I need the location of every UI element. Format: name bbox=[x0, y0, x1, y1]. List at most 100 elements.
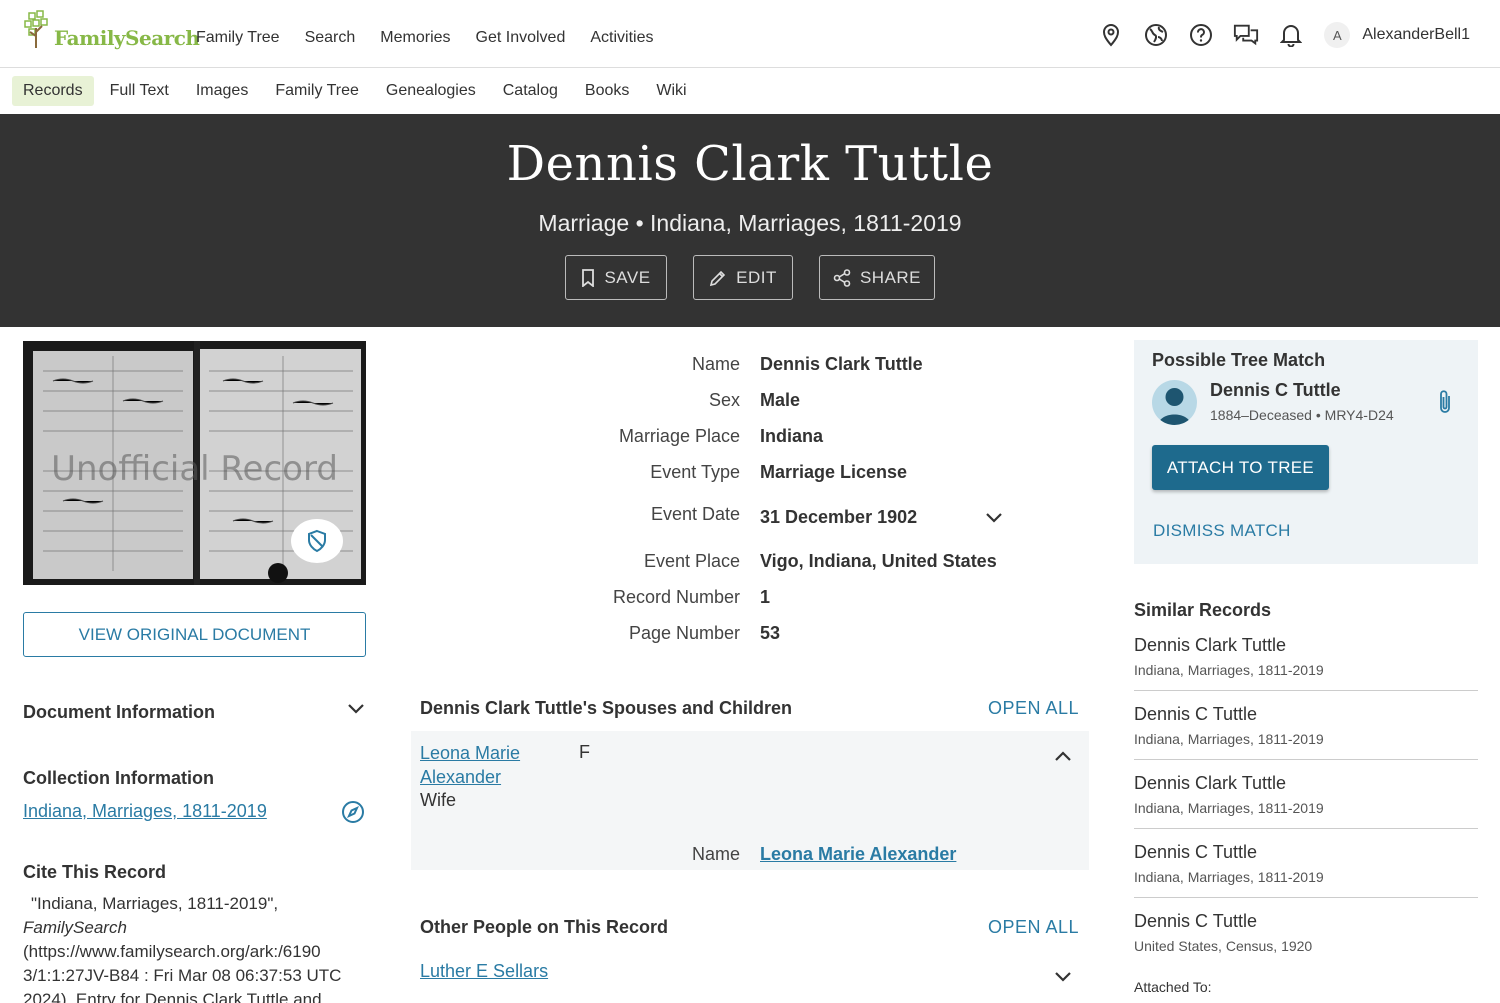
divider bbox=[1134, 690, 1478, 691]
username[interactable]: AlexanderBell1 bbox=[1362, 26, 1470, 44]
spouses-open-all-button[interactable]: OPEN ALL bbox=[988, 698, 1079, 719]
similar-record-item[interactable]: Dennis C Tuttle Indiana, Marriages, 1811… bbox=[1134, 842, 1478, 885]
fact-row-event-date[interactable]: Event Date 31 December 1902 bbox=[420, 504, 1060, 534]
subnav-books[interactable]: Books bbox=[574, 76, 640, 106]
nav-activities[interactable]: Activities bbox=[590, 29, 653, 47]
attached-to-label: Attached To: bbox=[1134, 979, 1212, 995]
similar-record-collection: United States, Census, 1920 bbox=[1134, 938, 1313, 954]
subnav-family-tree[interactable]: Family Tree bbox=[264, 76, 370, 106]
fact-value: Marriage License bbox=[760, 462, 908, 482]
chat-icon[interactable] bbox=[1233, 22, 1259, 48]
fact-value: 31 December 1902 bbox=[760, 507, 918, 527]
record-image-thumbnail[interactable]: Unofficial Record bbox=[23, 341, 366, 585]
main-menu: Family Tree Search Memories Get Involved… bbox=[196, 29, 678, 47]
citation-line: (https://www.familysearch.org/ark:/6190 bbox=[23, 942, 321, 961]
similar-record-item[interactable]: Dennis Clark Tuttle Indiana, Marriages, … bbox=[1134, 635, 1478, 678]
cite-this-record-heading: Cite This Record bbox=[23, 862, 167, 882]
record-header: Dennis Clark Tuttle Marriage • Indiana, … bbox=[0, 114, 1500, 327]
edit-button[interactable]: EDIT bbox=[693, 255, 793, 300]
spouse-name-line: Alexander bbox=[420, 767, 502, 787]
similar-record-collection: Indiana, Marriages, 1811-2019 bbox=[1134, 662, 1324, 678]
bell-icon[interactable] bbox=[1278, 22, 1304, 48]
subnav-images[interactable]: Images bbox=[185, 76, 259, 106]
similar-record-name: Dennis C Tuttle bbox=[1134, 842, 1258, 862]
share-button[interactable]: SHARE bbox=[819, 255, 935, 300]
compass-icon[interactable] bbox=[341, 800, 365, 824]
save-button[interactable]: SAVE bbox=[565, 255, 667, 300]
subnav-genealogies[interactable]: Genealogies bbox=[375, 76, 487, 106]
document-information-heading[interactable]: Document Information bbox=[23, 702, 215, 723]
page-title: Dennis Clark Tuttle bbox=[506, 136, 994, 192]
chevron-down-icon[interactable] bbox=[347, 703, 365, 715]
collection-information-heading: Collection Information bbox=[23, 768, 214, 788]
similar-record-item[interactable]: Dennis C Tuttle Indiana, Marriages, 1811… bbox=[1134, 704, 1478, 747]
similar-records-heading: Similar Records bbox=[1134, 600, 1272, 620]
similar-record-name: Dennis Clark Tuttle bbox=[1134, 635, 1287, 655]
spouse-full-name-link[interactable]: Leona Marie Alexander bbox=[760, 844, 956, 865]
citation-line: "Indiana, Marriages, 1811-2019", bbox=[31, 894, 279, 913]
nav-get-involved[interactable]: Get Involved bbox=[476, 29, 566, 47]
fact-label: Sex bbox=[708, 390, 740, 410]
family-tree-logo-icon bbox=[24, 10, 48, 48]
other-people-heading: Other People on This Record bbox=[420, 917, 669, 937]
tree-match-title: Possible Tree Match bbox=[1152, 350, 1326, 370]
location-pin-icon[interactable] bbox=[1098, 22, 1124, 48]
chevron-down-icon[interactable] bbox=[1054, 971, 1072, 983]
spouse-name-link[interactable]: Leona Marie Alexander bbox=[420, 741, 520, 789]
fact-value: 53 bbox=[760, 623, 781, 643]
nav-memories[interactable]: Memories bbox=[380, 29, 450, 47]
fact-value: Male bbox=[760, 390, 801, 410]
fact-row: Page Number 53 bbox=[420, 623, 1060, 653]
globe-icon[interactable] bbox=[1143, 22, 1169, 48]
divider bbox=[1134, 897, 1478, 898]
attach-to-tree-button[interactable]: ATTACH TO TREE bbox=[1152, 445, 1329, 490]
fact-row: Marriage Place Indiana bbox=[420, 426, 1060, 456]
nav-family-tree[interactable]: Family Tree bbox=[196, 29, 280, 47]
similar-record-collection: Indiana, Marriages, 1811-2019 bbox=[1134, 869, 1324, 885]
similar-record-name: Dennis C Tuttle bbox=[1134, 704, 1258, 724]
subnav-records[interactable]: Records bbox=[12, 76, 94, 106]
fact-label: Name bbox=[691, 354, 740, 374]
fact-row: Event Type Marriage License bbox=[420, 462, 1060, 492]
spouse-name-label: Name bbox=[691, 844, 740, 864]
dismiss-match-button[interactable]: DISMISS MATCH bbox=[1153, 521, 1291, 541]
nav-search[interactable]: Search bbox=[305, 29, 356, 47]
fact-label: Event Place bbox=[643, 551, 740, 571]
pencil-icon bbox=[710, 270, 726, 286]
similar-record-item[interactable]: Dennis Clark Tuttle Indiana, Marriages, … bbox=[1134, 773, 1478, 816]
fact-value: Vigo, Indiana, United States bbox=[760, 551, 997, 571]
subnav-full-text[interactable]: Full Text bbox=[99, 76, 180, 106]
similar-record-collection: Indiana, Marriages, 1811-2019 bbox=[1134, 800, 1324, 816]
spouse-sex: F bbox=[579, 742, 590, 762]
paperclip-icon[interactable] bbox=[1436, 389, 1454, 415]
subnav-catalog[interactable]: Catalog bbox=[492, 76, 569, 106]
subnav-wiki[interactable]: Wiki bbox=[645, 76, 697, 106]
similar-record-item[interactable]: Dennis C Tuttle United States, Census, 1… bbox=[1134, 911, 1478, 954]
chevron-down-icon[interactable] bbox=[985, 512, 1003, 524]
other-person-link[interactable]: Luther E Sellars bbox=[420, 961, 548, 982]
avatar[interactable]: A bbox=[1324, 22, 1351, 48]
save-label: SAVE bbox=[604, 267, 651, 287]
collection-link[interactable]: Indiana, Marriages, 1811-2019 bbox=[23, 801, 267, 822]
chevron-up-icon[interactable] bbox=[1054, 750, 1072, 762]
spouse-relation: Wife bbox=[420, 790, 456, 810]
fact-row: Record Number 1 bbox=[420, 587, 1060, 617]
others-open-all-button[interactable]: OPEN ALL bbox=[988, 917, 1079, 938]
similar-record-name: Dennis Clark Tuttle bbox=[1134, 773, 1287, 793]
familysearch-logo[interactable]: FamilySearch bbox=[24, 10, 200, 50]
fact-value: Dennis Clark Tuttle bbox=[760, 354, 923, 374]
fact-label: Record Number bbox=[612, 587, 740, 607]
brand-name: FamilySearch bbox=[54, 26, 200, 50]
fact-label: Event Date bbox=[650, 504, 740, 524]
help-icon[interactable] bbox=[1188, 22, 1214, 48]
match-person-name[interactable]: Dennis C Tuttle bbox=[1210, 380, 1341, 401]
spouse-name-line: Leona Marie bbox=[420, 743, 521, 763]
view-original-document-button[interactable]: VIEW ORIGINAL DOCUMENT bbox=[23, 612, 366, 657]
similar-record-name: Dennis C Tuttle bbox=[1134, 911, 1258, 931]
divider bbox=[1134, 759, 1478, 760]
fact-label: Page Number bbox=[628, 623, 740, 643]
citation-line: FamilySearch bbox=[23, 918, 127, 937]
share-label: SHARE bbox=[859, 267, 922, 287]
restricted-image-button[interactable] bbox=[291, 519, 343, 563]
fact-value: 1 bbox=[760, 587, 771, 607]
